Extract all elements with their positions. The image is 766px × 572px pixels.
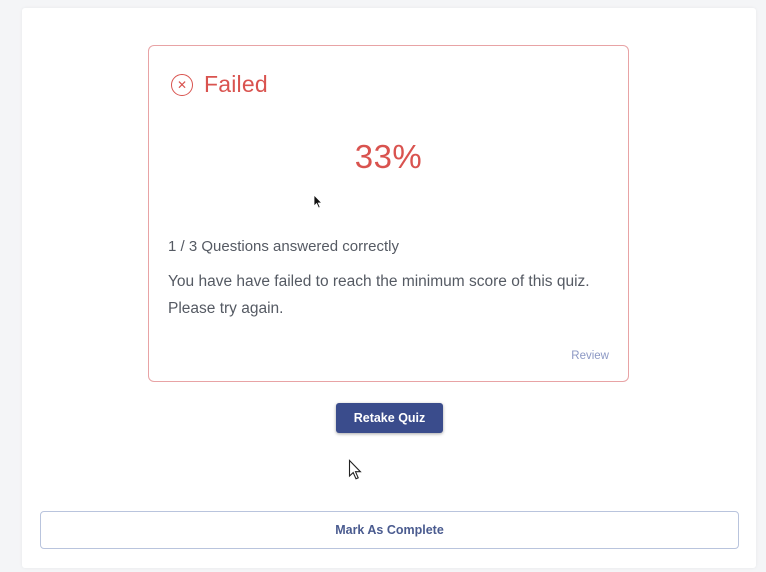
status-row: ✕ Failed — [171, 71, 268, 98]
status-label: Failed — [204, 71, 268, 97]
mark-as-complete-button[interactable]: Mark As Complete — [40, 511, 739, 549]
score-percentage: 33% — [354, 138, 423, 175]
mouse-pointer-icon — [348, 459, 362, 480]
mouse-pointer-icon — [313, 194, 323, 209]
retake-quiz-button[interactable]: Retake Quiz — [336, 403, 443, 433]
review-link[interactable]: Review — [571, 350, 609, 362]
result-message: You have have failed to reach the minimu… — [168, 273, 590, 317]
close-circle-icon: ✕ — [171, 73, 193, 96]
answered-summary: 1 / 3 Questions answered correctly — [168, 238, 399, 255]
quiz-result-card: ✕ Failed 33% 1 / 3 Questions answered co… — [148, 45, 629, 382]
quiz-result-page: ✕ Failed 33% 1 / 3 Questions answered co… — [22, 8, 756, 568]
